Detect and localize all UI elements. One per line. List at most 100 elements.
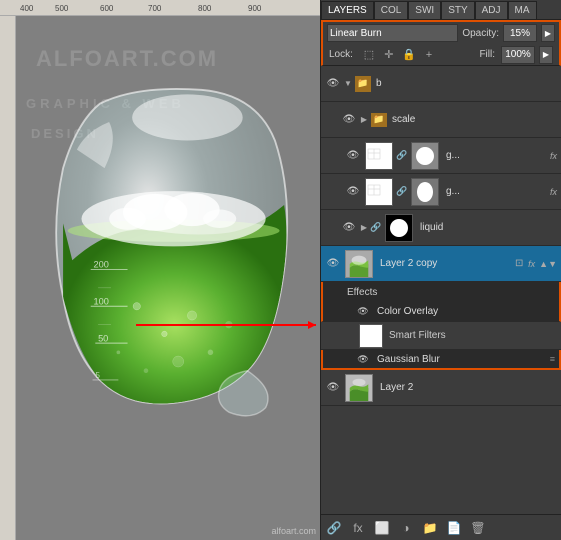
fx-badge-g2: fx (550, 187, 557, 197)
visibility-liquid[interactable]: 👁 (341, 220, 357, 236)
visibility-layer2[interactable]: 👁 (325, 380, 341, 396)
gaussian-blur-icon: ≡ (550, 354, 555, 364)
layer-item-layer2[interactable]: 👁 Layer 2 (321, 370, 561, 406)
fx-badge-g1: fx (550, 151, 557, 161)
layer-name-layer2copy: Layer 2 copy (380, 258, 512, 269)
tab-ma[interactable]: MA (508, 1, 537, 19)
effects-header: Effects (321, 282, 561, 302)
layer-item-b[interactable]: 👁 ▼ 📁 b (321, 66, 561, 102)
order-arrow-layer2copy: ▲▼ (539, 259, 557, 269)
new-layer-icon[interactable]: 📄 (445, 519, 463, 537)
lock-image-icon[interactable]: 🔒 (401, 47, 417, 63)
layer-arrow-indicator (136, 324, 316, 326)
ruler-num-500: 500 (55, 4, 68, 13)
watermark-brand: ALFOART.COM (36, 46, 218, 72)
lock-fill-row: Lock: ⬚ ✛ 🔒 + Fill: ▶ (321, 44, 561, 66)
visibility-b[interactable]: 👁 (325, 76, 341, 92)
smart-object-layer2copy: ⊡ (514, 256, 524, 272)
link-layers-icon[interactable]: 🔗 (325, 519, 343, 537)
fill-label: Fill: (479, 49, 495, 60)
layer-item-layer2copy[interactable]: 👁 Layer 2 copy ⊡ fx ▲▼ (321, 246, 561, 282)
thumb-layer2 (345, 374, 373, 402)
effect-name-gaussian-blur: Gaussian Blur (377, 354, 440, 365)
fill-input[interactable] (501, 46, 535, 64)
adjustment-icon[interactable]: ◑ (397, 519, 415, 537)
layer-item-liquid[interactable]: 👁 ▶ 🔗 liquid (321, 210, 561, 246)
ruler-top: 400 500 600 700 800 900 (0, 0, 320, 16)
expand-scale[interactable]: ▶ (359, 112, 369, 128)
blend-mode-select[interactable]: Linear Burn (327, 24, 458, 42)
site-watermark: alfoart.com (271, 526, 316, 536)
visibility-scale[interactable]: 👁 (341, 112, 357, 128)
smart-filters-item: 👁 Smart Filters (321, 322, 561, 350)
effect-color-overlay[interactable]: 👁 Color Overlay (321, 302, 561, 322)
svg-text:100: 100 (93, 296, 108, 306)
smart-filters-label: Smart Filters (389, 330, 446, 341)
lock-move-icon[interactable]: ✛ (381, 47, 397, 63)
lock-pixels-icon[interactable]: ⬚ (361, 47, 377, 63)
svg-text:200: 200 (93, 260, 108, 270)
ruler-num-400: 400 (20, 4, 33, 13)
layers-list: 👁 ▼ 📁 b 👁 ▶ 📁 scale 👁 🔗 (321, 66, 561, 514)
visibility-layer2copy[interactable]: 👁 (325, 256, 341, 272)
blend-opacity-row: Linear Burn Opacity: ▶ (321, 20, 561, 44)
tab-swi[interactable]: SWI (408, 1, 441, 19)
tab-sty[interactable]: STY (441, 1, 474, 19)
link-liquid: 🔗 (371, 220, 381, 236)
svg-text:50: 50 (98, 333, 108, 343)
layer-name-g2: g... (446, 186, 546, 197)
flask-illustration: 50 100 200 5 (34, 76, 304, 426)
folder-icon-scale: 📁 (371, 113, 387, 127)
layer-name-scale: scale (392, 114, 557, 125)
layer-name-liquid: liquid (420, 222, 557, 233)
link-g2: 🔗 (397, 184, 407, 200)
thumb-liquid (385, 214, 413, 242)
lock-all-icon[interactable]: + (421, 47, 437, 63)
ruler-num-800: 800 (198, 4, 211, 13)
expand-b[interactable]: ▼ (343, 76, 353, 92)
thumb-g1-white (365, 142, 393, 170)
fill-arrow[interactable]: ▶ (539, 46, 553, 64)
thumb-g1-mask (411, 142, 439, 170)
visibility-g1[interactable]: 👁 (345, 148, 361, 164)
thumb-layer2copy (345, 250, 373, 278)
opacity-input[interactable] (503, 24, 537, 42)
panel-tabs: LAYERS COL SWI STY ADJ MA (321, 0, 561, 20)
layer-name-b: b (376, 78, 557, 89)
layer-item-scale[interactable]: 👁 ▶ 📁 scale (321, 102, 561, 138)
tab-col[interactable]: COL (374, 1, 409, 19)
tab-layers[interactable]: LAYERS (321, 1, 374, 19)
delete-layer-icon[interactable]: 🗑 (469, 519, 487, 537)
opacity-label: Opacity: (462, 28, 499, 39)
layer-name-layer2: Layer 2 (380, 382, 557, 393)
visibility-smart-filters[interactable]: 👁 (337, 328, 353, 344)
layer-item-g1[interactable]: 👁 🔗 g... fx (321, 138, 561, 174)
folder-icon-b: 📁 (355, 76, 371, 92)
new-group-icon[interactable]: 📁 (421, 519, 439, 537)
layer-name-g1: g... (446, 150, 546, 161)
layers-panel: LAYERS COL SWI STY ADJ MA Linear Burn Op… (320, 0, 561, 540)
canvas-area: 400 500 600 700 800 900 ALFOART.COM GRAP… (0, 0, 320, 540)
link-g1: 🔗 (397, 148, 407, 164)
expand-liquid[interactable]: ▶ (359, 220, 369, 236)
effect-gaussian-blur[interactable]: 👁 Gaussian Blur ≡ (321, 350, 561, 370)
thumb-g2-mask (411, 178, 439, 206)
svg-text:5: 5 (95, 371, 100, 380)
effects-label: Effects (347, 287, 377, 298)
ruler-left (0, 16, 16, 540)
fx-badge-layer2copy: fx (528, 259, 535, 269)
ruler-num-600: 600 (100, 4, 113, 13)
layer-style-icon[interactable]: fx (349, 519, 367, 537)
opacity-arrow[interactable]: ▶ (541, 24, 555, 42)
layers-bottom-toolbar: 🔗 fx ⬜ ◑ 📁 📄 🗑 (321, 514, 561, 540)
thumb-smart-filters (359, 324, 383, 348)
layer-item-g2[interactable]: 👁 🔗 g... fx (321, 174, 561, 210)
thumb-g2-white (365, 178, 393, 206)
ruler-num-900: 900 (248, 4, 261, 13)
visibility-color-overlay[interactable]: 👁 (355, 304, 371, 320)
add-mask-icon[interactable]: ⬜ (373, 519, 391, 537)
lock-label: Lock: (329, 49, 353, 60)
tab-adj[interactable]: ADJ (475, 1, 508, 19)
visibility-gaussian-blur[interactable]: 👁 (355, 351, 371, 367)
visibility-g2[interactable]: 👁 (345, 184, 361, 200)
